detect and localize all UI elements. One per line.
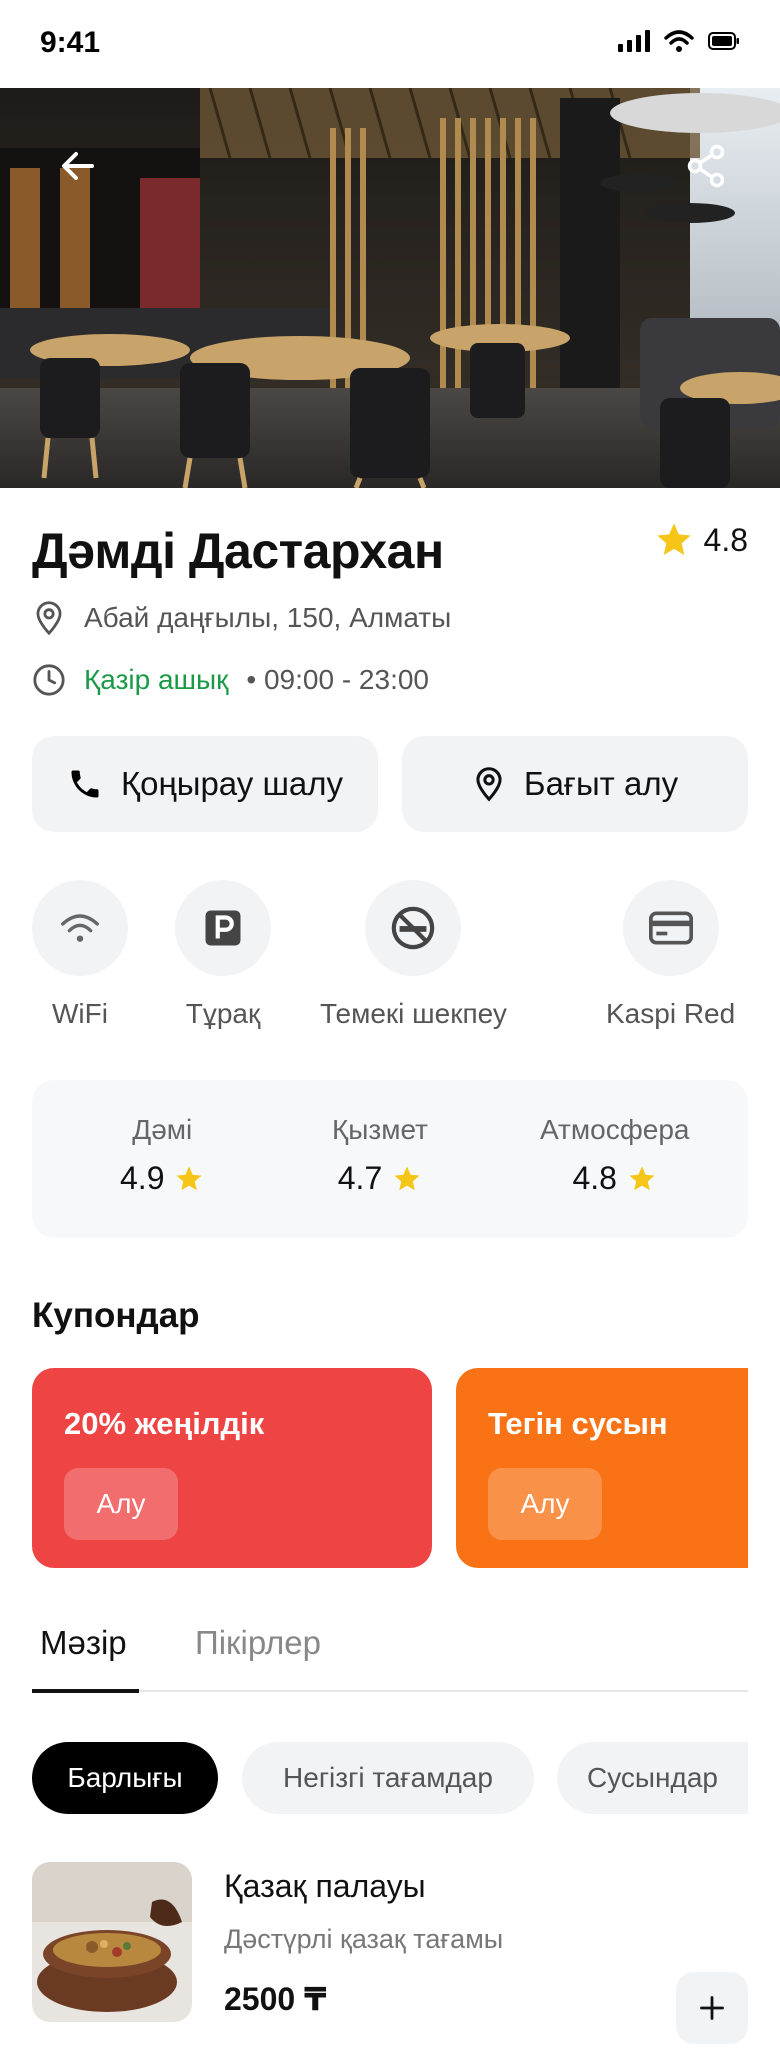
call-button[interactable]: Қоңырау шалу [32, 736, 378, 832]
category-chip-all[interactable]: Барлығы [32, 1742, 218, 1814]
call-label: Қоңырау шалу [120, 765, 344, 802]
star-icon [629, 1166, 655, 1190]
coupon-card[interactable]: 20% жеңілдік Алу [32, 1368, 432, 1568]
amenity-wifi: WiFi [32, 880, 128, 1030]
address-text: Абай даңғылы, 150, Алматы [84, 602, 452, 633]
coupon-title: Тегін сусын [488, 1406, 668, 1441]
amenity-label: WiFi [52, 998, 108, 1029]
plus-icon [700, 1996, 724, 2020]
menu-item-name: Қазақ палауы [224, 1868, 426, 1904]
score-value: 4.7 [337, 1160, 383, 1196]
amenity-icon-circle [365, 880, 462, 976]
directions-label: Бағыт алу [523, 765, 679, 802]
score-value: 4.8 [572, 1160, 617, 1196]
amenity-label: Kaspi Red [606, 998, 736, 1029]
wifi-status-icon [664, 30, 694, 52]
score-label: Дәмі [132, 1114, 193, 1145]
amenity-icon-circle [32, 880, 128, 976]
location-pin-icon [476, 767, 502, 802]
location-pin-icon [36, 601, 62, 636]
amenity-parking: Тұрақ [175, 880, 271, 1030]
score-value-row: 4.8 [572, 1160, 656, 1197]
content-tabs: Мәзір Пікірлер [32, 1618, 748, 1693]
menu-item-price: 2500 ₸ [224, 1981, 327, 2017]
score-label: Атмосфера [540, 1114, 690, 1145]
claim-coupon-button[interactable]: Алу [488, 1468, 602, 1540]
amenity-icon-circle [175, 880, 271, 976]
score-taste: Дәмі 4.9 [120, 1114, 204, 1197]
hours-row: Қазір ашық • 09:00 - 23:00 [32, 663, 429, 697]
coupons-heading: Купондар [32, 1296, 200, 1335]
parking-icon [205, 910, 241, 946]
pilaf-dish-photo [32, 1862, 192, 2022]
amenity-label: Темекі шекпеу [320, 998, 507, 1029]
active-tab-indicator [32, 1689, 139, 1693]
claim-coupon-button[interactable]: Алу [64, 1468, 178, 1540]
no-smoking-icon [392, 906, 435, 950]
star-icon [176, 1166, 202, 1190]
tab-reviews[interactable]: Пікірлер [195, 1624, 321, 1662]
amenity-no-smoking: Темекі шекпеу [320, 880, 507, 1030]
restaurant-rating: 4.8 [654, 520, 748, 560]
amenity-icon-circle [622, 880, 719, 976]
clock-icon [33, 664, 65, 696]
menu-item-description: Дәстүрлі қазақ тағамы [224, 1924, 504, 1954]
status-icons [618, 30, 740, 52]
opening-hours: • 09:00 - 23:00 [246, 664, 429, 695]
score-value-row: 4.9 [120, 1160, 204, 1197]
rating-value: 4.8 [703, 521, 748, 558]
signal-icon [618, 30, 650, 52]
address-row: Абай даңғылы, 150, Алматы [32, 600, 451, 636]
status-bar: 9:41 [0, 0, 780, 88]
score-label: Қызмет [332, 1114, 428, 1145]
wifi-icon [61, 914, 99, 942]
tab-menu[interactable]: Мәзір [40, 1624, 127, 1662]
score-service: Қызмет 4.7 [332, 1114, 428, 1197]
open-status: Қазір ашық [84, 664, 229, 695]
battery-icon [708, 32, 739, 50]
score-atmosphere: Атмосфера 4.8 [540, 1114, 689, 1197]
star-icon [656, 523, 691, 555]
amenity-label: Тұрақ [185, 998, 261, 1029]
ratings-breakdown: Дәмі 4.9 Қызмет 4.7 Атмосфера 4.8 [32, 1080, 748, 1238]
coupon-title: 20% жеңілдік [64, 1406, 265, 1441]
restaurant-interior-photo [0, 88, 780, 488]
status-time: 9:41 [40, 26, 101, 59]
coupon-card[interactable]: Тегін сусын Алу [456, 1368, 748, 1568]
amenity-kaspi-red: Kaspi Red [606, 880, 735, 1030]
restaurant-name: Дәмді Дастархан [32, 523, 444, 579]
score-value: 4.9 [120, 1160, 165, 1196]
star-icon [394, 1166, 420, 1190]
score-value-row: 4.7 [338, 1160, 422, 1197]
category-chip-drinks[interactable]: Сусындар [557, 1742, 748, 1814]
restaurant-hero-image [0, 88, 780, 488]
menu-item[interactable]: Қазақ палауы Дәстүрлі қазақ тағамы 2500 … [32, 1862, 748, 2044]
arrow-left-icon [62, 152, 94, 180]
category-chip-main-dishes[interactable]: Негізгі тағамдар [242, 1742, 534, 1814]
add-to-cart-button[interactable] [676, 1972, 748, 2044]
share-button[interactable] [668, 128, 744, 204]
back-button[interactable] [40, 128, 116, 204]
directions-button[interactable]: Бағыт алу [402, 736, 748, 832]
menu-item-photo [32, 1862, 192, 2022]
card-icon [648, 911, 693, 945]
phone-icon [71, 770, 99, 798]
share-icon [687, 144, 725, 188]
